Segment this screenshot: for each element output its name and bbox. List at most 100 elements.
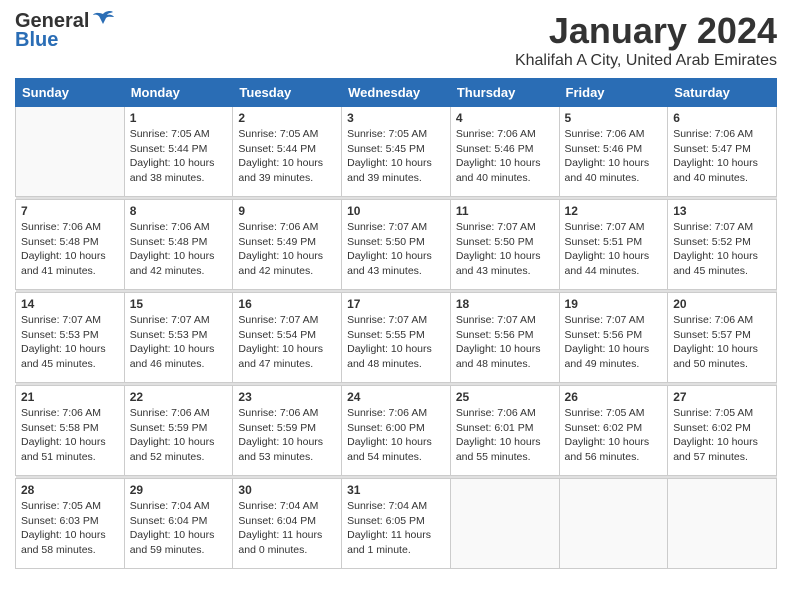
day-number: 22: [130, 390, 228, 404]
calendar-row: 14Sunrise: 7:07 AMSunset: 5:53 PMDayligh…: [16, 293, 777, 383]
month-title: January 2024: [515, 10, 777, 52]
table-cell: 7 Sunrise: 7:06 AMSunset: 5:48 PMDaylight…: [16, 200, 125, 290]
day-number: 19: [565, 297, 663, 311]
day-info: Sunrise: 7:05 AMSunset: 5:44 PMDaylight:…: [130, 127, 228, 186]
table-cell: 16 Sunrise: 7:07 AMSunset: 5:54 PMDayligh…: [233, 293, 342, 383]
day-info: Sunrise: 7:07 AMSunset: 5:56 PMDaylight:…: [456, 313, 554, 372]
table-cell: 18 Sunrise: 7:07 AMSunset: 5:56 PMDayligh…: [450, 293, 559, 383]
header-wednesday: Wednesday: [342, 79, 451, 107]
calendar-row: 1 Sunrise: 7:05 AMSunset: 5:44 PMDaylight…: [16, 107, 777, 197]
table-cell: 11 Sunrise: 7:07 AMSunset: 5:50 PMDayligh…: [450, 200, 559, 290]
location: Khalifah A City, United Arab Emirates: [515, 52, 777, 70]
day-info: Sunrise: 7:06 AMSunset: 5:48 PMDaylight:…: [21, 220, 119, 279]
table-cell: 28 Sunrise: 7:05 AMSunset: 6:03 PMDayligh…: [16, 479, 125, 569]
day-info: Sunrise: 7:06 AMSunset: 5:46 PMDaylight:…: [456, 127, 554, 186]
header-tuesday: Tuesday: [233, 79, 342, 107]
calendar-table: Sunday Monday Tuesday Wednesday Thursday…: [15, 78, 777, 569]
day-number: 4: [456, 111, 554, 125]
day-info: Sunrise: 7:06 AMSunset: 5:58 PMDaylight:…: [21, 406, 119, 465]
header-sunday: Sunday: [16, 79, 125, 107]
day-number: 11: [456, 204, 554, 218]
table-cell: 23 Sunrise: 7:06 AMSunset: 5:59 PMDayligh…: [233, 386, 342, 476]
day-info: Sunrise: 7:05 AMSunset: 6:02 PMDaylight:…: [565, 406, 663, 465]
day-number: 6: [673, 111, 771, 125]
day-number: 9: [238, 204, 336, 218]
day-info: Sunrise: 7:06 AMSunset: 5:46 PMDaylight:…: [565, 127, 663, 186]
calendar-row: 7 Sunrise: 7:06 AMSunset: 5:48 PMDaylight…: [16, 200, 777, 290]
day-number: 10: [347, 204, 445, 218]
day-number: 16: [238, 297, 336, 311]
table-cell: 15Sunrise: 7:07 AMSunset: 5:53 PMDayligh…: [124, 293, 233, 383]
day-info: Sunrise: 7:04 AMSunset: 6:04 PMDaylight:…: [238, 499, 336, 558]
day-info: Sunrise: 7:06 AMSunset: 6:00 PMDaylight:…: [347, 406, 445, 465]
table-cell: 2Sunrise: 7:05 AMSunset: 5:44 PMDaylight…: [233, 107, 342, 197]
day-info: Sunrise: 7:06 AMSunset: 5:48 PMDaylight:…: [130, 220, 228, 279]
table-cell: 14Sunrise: 7:07 AMSunset: 5:53 PMDayligh…: [16, 293, 125, 383]
day-number: 14: [21, 297, 119, 311]
table-cell: [16, 107, 125, 197]
day-number: 1: [130, 111, 228, 125]
table-cell: 29Sunrise: 7:04 AMSunset: 6:04 PMDayligh…: [124, 479, 233, 569]
day-number: 27: [673, 390, 771, 404]
table-cell: 21 Sunrise: 7:06 AMSunset: 5:58 PMDayligh…: [16, 386, 125, 476]
day-number: 31: [347, 483, 445, 497]
day-number: 23: [238, 390, 336, 404]
table-cell: 4 Sunrise: 7:06 AMSunset: 5:46 PMDaylight…: [450, 107, 559, 197]
table-cell: 12 Sunrise: 7:07 AMSunset: 5:51 PMDayligh…: [559, 200, 668, 290]
day-info: Sunrise: 7:06 AMSunset: 5:59 PMDaylight:…: [130, 406, 228, 465]
day-info: Sunrise: 7:07 AMSunset: 5:52 PMDaylight:…: [673, 220, 771, 279]
day-info: Sunrise: 7:07 AMSunset: 5:51 PMDaylight:…: [565, 220, 663, 279]
logo-blue: Blue: [15, 29, 58, 52]
calendar-header-row: Sunday Monday Tuesday Wednesday Thursday…: [16, 79, 777, 107]
table-cell: [668, 479, 777, 569]
day-info: Sunrise: 7:07 AMSunset: 5:50 PMDaylight:…: [347, 220, 445, 279]
header-thursday: Thursday: [450, 79, 559, 107]
day-info: Sunrise: 7:05 AMSunset: 6:03 PMDaylight:…: [21, 499, 119, 558]
table-cell: 5 Sunrise: 7:06 AMSunset: 5:46 PMDaylight…: [559, 107, 668, 197]
day-number: 20: [673, 297, 771, 311]
day-info: Sunrise: 7:04 AMSunset: 6:05 PMDaylight:…: [347, 499, 445, 558]
day-info: Sunrise: 7:06 AMSunset: 5:47 PMDaylight:…: [673, 127, 771, 186]
day-number: 30: [238, 483, 336, 497]
logo: General Blue: [15, 10, 115, 52]
logo-bird-icon: [91, 10, 115, 30]
header-monday: Monday: [124, 79, 233, 107]
header-friday: Friday: [559, 79, 668, 107]
day-number: 12: [565, 204, 663, 218]
day-info: Sunrise: 7:05 AMSunset: 5:45 PMDaylight:…: [347, 127, 445, 186]
table-cell: 3 Sunrise: 7:05 AMSunset: 5:45 PMDaylight…: [342, 107, 451, 197]
day-info: Sunrise: 7:06 AMSunset: 5:59 PMDaylight:…: [238, 406, 336, 465]
table-cell: 6 Sunrise: 7:06 AMSunset: 5:47 PMDaylight…: [668, 107, 777, 197]
calendar-row: 21 Sunrise: 7:06 AMSunset: 5:58 PMDayligh…: [16, 386, 777, 476]
day-info: Sunrise: 7:07 AMSunset: 5:54 PMDaylight:…: [238, 313, 336, 372]
page-header: General Blue January 2024 Khalifah A Cit…: [15, 10, 777, 70]
day-info: Sunrise: 7:04 AMSunset: 6:04 PMDaylight:…: [130, 499, 228, 558]
day-number: 13: [673, 204, 771, 218]
day-info: Sunrise: 7:07 AMSunset: 5:50 PMDaylight:…: [456, 220, 554, 279]
table-cell: 31 Sunrise: 7:04 AMSunset: 6:05 PMDayligh…: [342, 479, 451, 569]
table-cell: 10 Sunrise: 7:07 AMSunset: 5:50 PMDayligh…: [342, 200, 451, 290]
day-info: Sunrise: 7:05 AMSunset: 6:02 PMDaylight:…: [673, 406, 771, 465]
calendar-row: 28 Sunrise: 7:05 AMSunset: 6:03 PMDayligh…: [16, 479, 777, 569]
day-number: 28: [21, 483, 119, 497]
day-number: 7: [21, 204, 119, 218]
day-number: 18: [456, 297, 554, 311]
day-number: 3: [347, 111, 445, 125]
table-cell: 17Sunrise: 7:07 AMSunset: 5:55 PMDayligh…: [342, 293, 451, 383]
table-cell: [559, 479, 668, 569]
table-cell: 13 Sunrise: 7:07 AMSunset: 5:52 PMDayligh…: [668, 200, 777, 290]
table-cell: [450, 479, 559, 569]
table-cell: 22 Sunrise: 7:06 AMSunset: 5:59 PMDayligh…: [124, 386, 233, 476]
table-cell: 25Sunrise: 7:06 AMSunset: 6:01 PMDayligh…: [450, 386, 559, 476]
table-cell: 9Sunrise: 7:06 AMSunset: 5:49 PMDaylight…: [233, 200, 342, 290]
day-number: 15: [130, 297, 228, 311]
table-cell: 24 Sunrise: 7:06 AMSunset: 6:00 PMDayligh…: [342, 386, 451, 476]
day-number: 21: [21, 390, 119, 404]
day-number: 24: [347, 390, 445, 404]
day-number: 17: [347, 297, 445, 311]
day-number: 5: [565, 111, 663, 125]
day-number: 26: [565, 390, 663, 404]
day-number: 25: [456, 390, 554, 404]
day-number: 2: [238, 111, 336, 125]
table-cell: 19Sunrise: 7:07 AMSunset: 5:56 PMDayligh…: [559, 293, 668, 383]
